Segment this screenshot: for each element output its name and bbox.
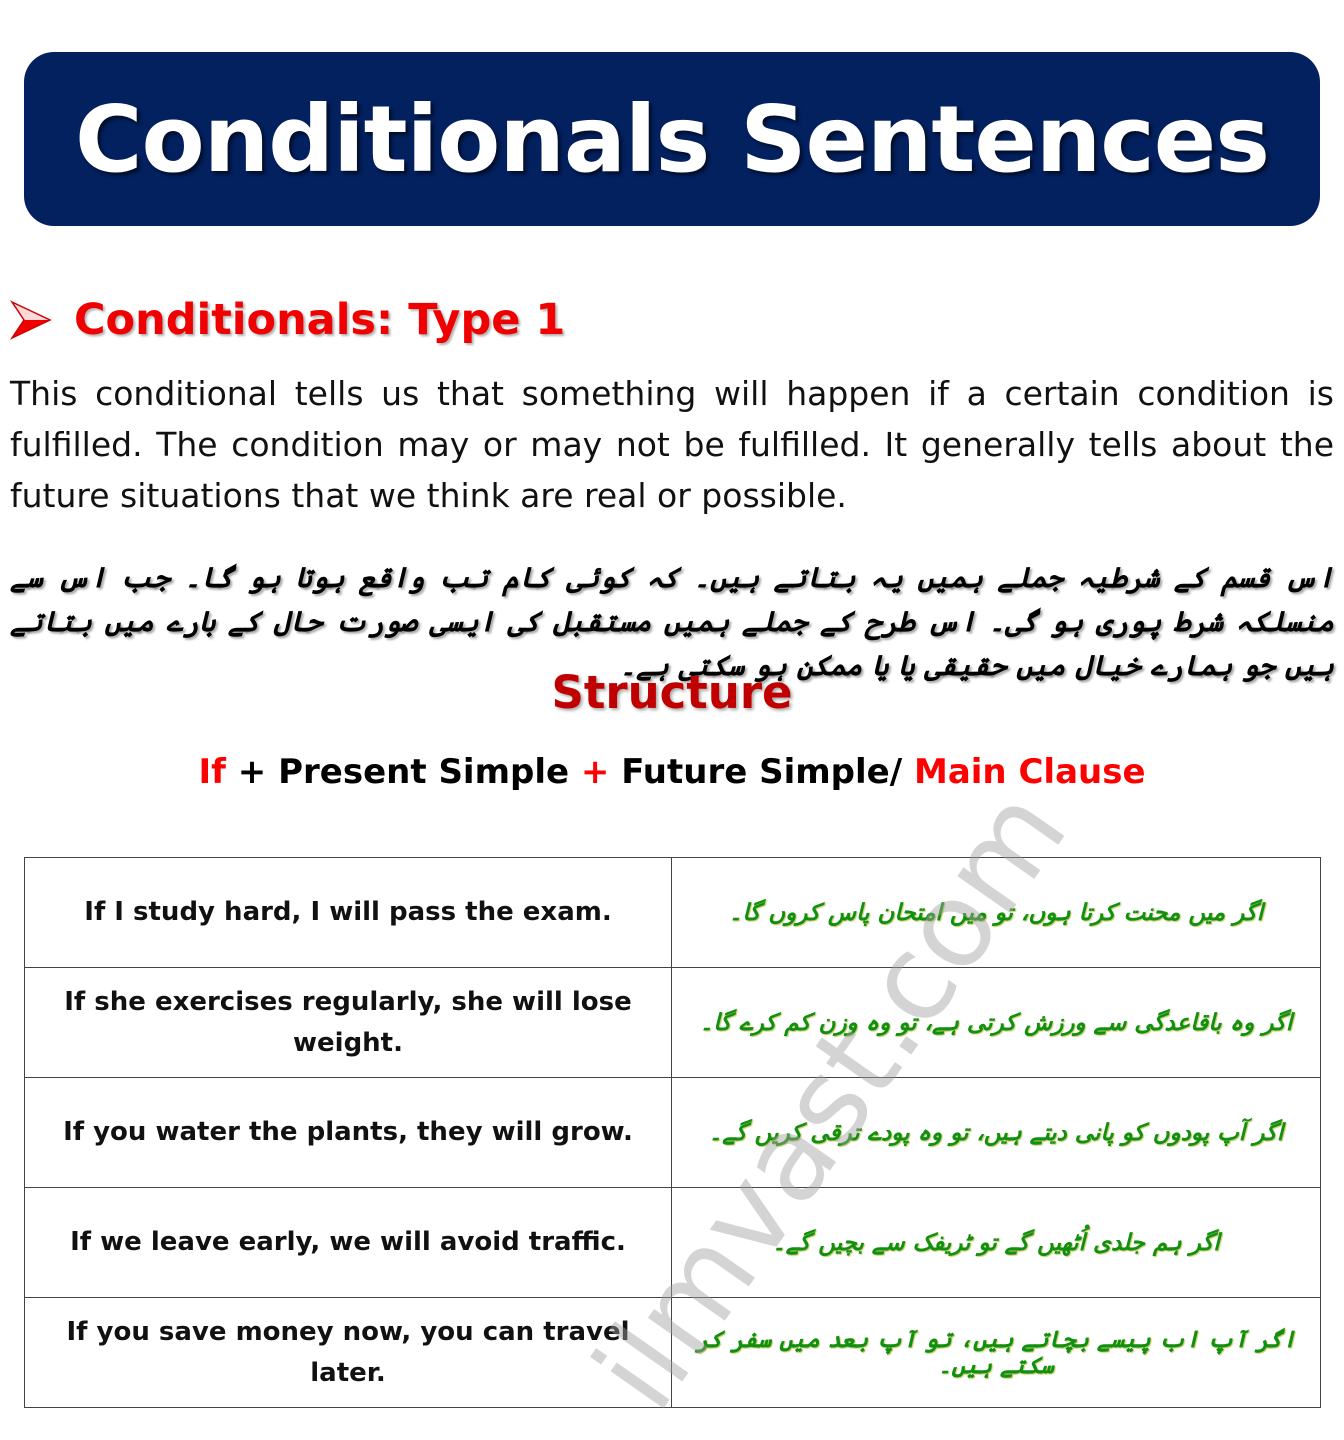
formula-future-simple: Future Simple/	[609, 752, 914, 792]
formula-if: If	[198, 752, 226, 792]
table-row: If we leave early, we will avoid traffic…	[24, 1187, 1321, 1298]
table-row: If I study hard, I will pass the exam. ا…	[24, 857, 1321, 968]
english-example: If you save money now, you can travel la…	[24, 1297, 672, 1408]
table-row: If you water the plants, they will grow.…	[24, 1077, 1321, 1188]
section-heading: Conditionals: Type 1	[10, 288, 565, 352]
urdu-translation: اگر ہم جلدی اُٹھیں گے تو ٹریفک سے بچیں گ…	[671, 1187, 1321, 1298]
table-row: If you save money now, you can travel la…	[24, 1297, 1321, 1408]
urdu-translation: اگر آپ پودوں کو پانی دیتے ہیں، تو وہ پود…	[671, 1077, 1321, 1188]
formula-present-simple: + Present Simple	[225, 752, 581, 792]
arrow-bullet-icon	[10, 300, 52, 340]
english-example: If you water the plants, they will grow.	[24, 1077, 672, 1188]
english-example: If she exercises regularly, she will los…	[24, 967, 672, 1078]
formula-plus: +	[580, 752, 610, 792]
formula-main-clause: Main Clause	[913, 752, 1146, 792]
urdu-translation: اگر وہ باقاعدگی سے ورزش کرتی ہے، تو وہ و…	[671, 967, 1321, 1078]
structure-heading: Structure	[551, 666, 793, 719]
urdu-translation: اگر میں محنت کرتا ہوں، تو میں امتحان پاس…	[671, 857, 1321, 968]
urdu-translation: اگر آپ اب پیسے بچاتے ہیں، تو آپ بعد میں …	[671, 1297, 1321, 1408]
section-title: Conditionals: Type 1	[74, 295, 566, 345]
english-example: If I study hard, I will pass the exam.	[24, 857, 672, 968]
table-row: If she exercises regularly, she will los…	[24, 967, 1321, 1078]
title-banner: Conditionals Sentences	[24, 52, 1320, 226]
page-title: Conditionals Sentences	[75, 85, 1270, 193]
structure-formula: If + Present Simple + Future Simple/ Mai…	[0, 752, 1344, 792]
examples-table: If I study hard, I will pass the exam. ا…	[24, 857, 1321, 1408]
english-example: If we leave early, we will avoid traffic…	[24, 1187, 672, 1298]
english-description: This conditional tells us that something…	[10, 374, 1334, 515]
